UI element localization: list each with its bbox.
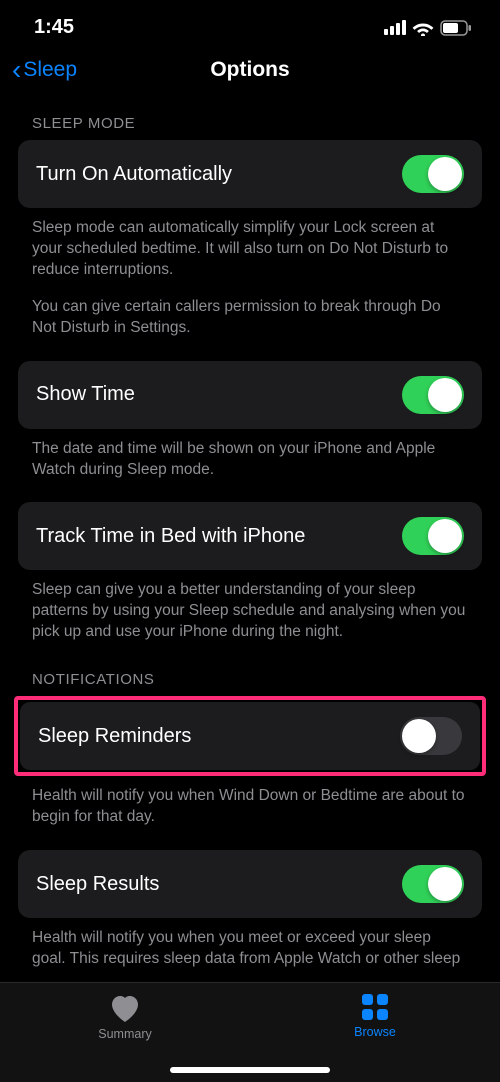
- tab-label: Summary: [98, 1027, 151, 1041]
- toggle-sleep-results[interactable]: [402, 865, 464, 903]
- status-right: [384, 20, 472, 36]
- row-label: Sleep Results: [36, 873, 159, 896]
- footer-text: Health will notify you when you meet or …: [18, 918, 482, 969]
- wifi-icon: [412, 20, 434, 36]
- chevron-left-icon: ‹: [12, 56, 21, 84]
- toggle-turn-on-automatically[interactable]: [402, 155, 464, 193]
- footer-text: Health will notify you when Wind Down or…: [18, 776, 482, 828]
- back-label: Sleep: [23, 58, 77, 82]
- footer-text: Sleep mode can automatically simplify yo…: [18, 208, 482, 281]
- cellular-icon: [384, 20, 406, 35]
- row-label: Show Time: [36, 383, 135, 406]
- row-show-time[interactable]: Show Time: [18, 361, 482, 429]
- row-turn-on-automatically[interactable]: Turn On Automatically: [18, 140, 482, 208]
- row-label: Track Time in Bed with iPhone: [36, 525, 305, 548]
- home-indicator[interactable]: [170, 1067, 330, 1073]
- toggle-sleep-reminders[interactable]: [400, 717, 462, 755]
- section-header-notifications: NOTIFICATIONS: [18, 643, 482, 696]
- row-track-time-in-bed[interactable]: Track Time in Bed with iPhone: [18, 502, 482, 570]
- heart-icon: [109, 993, 141, 1023]
- row-sleep-results[interactable]: Sleep Results: [18, 850, 482, 918]
- status-time: 1:45: [34, 16, 74, 39]
- content: SLEEP MODE Turn On Automatically Sleep m…: [0, 93, 500, 969]
- toggle-show-time[interactable]: [402, 376, 464, 414]
- highlight-box: Sleep Reminders: [14, 696, 486, 776]
- row-sleep-reminders[interactable]: Sleep Reminders: [20, 702, 480, 770]
- tab-label: Browse: [354, 1025, 396, 1039]
- footer-text: Sleep can give you a better understandin…: [18, 570, 482, 643]
- battery-icon: [440, 20, 472, 36]
- footer-text: You can give certain callers permission …: [18, 281, 482, 339]
- row-label: Sleep Reminders: [38, 725, 191, 748]
- toggle-track-time-in-bed[interactable]: [402, 517, 464, 555]
- footer-text: The date and time will be shown on your …: [18, 429, 482, 481]
- status-bar: 1:45: [0, 0, 500, 47]
- section-header-sleep-mode: SLEEP MODE: [18, 93, 482, 140]
- nav-header: ‹ Sleep Options: [0, 47, 500, 93]
- grid-icon: [361, 993, 389, 1021]
- row-label: Turn On Automatically: [36, 163, 232, 186]
- back-button[interactable]: ‹ Sleep: [12, 56, 77, 84]
